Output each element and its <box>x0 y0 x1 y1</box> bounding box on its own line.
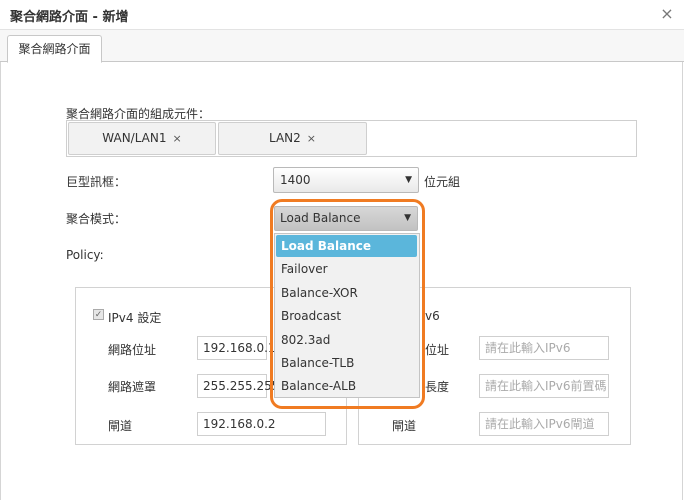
ipv4-address-input[interactable]: 192.168.0.1 <box>197 336 276 360</box>
tab-strip <box>0 30 684 62</box>
jumbo-frame-value: 1400 <box>280 173 311 187</box>
close-icon[interactable]: × <box>658 5 676 23</box>
member-chip-wan-lan1[interactable]: WAN/LAN1 × <box>68 122 216 155</box>
ipv4-settings-legend: IPv4 設定 <box>108 311 162 325</box>
policy-label: Policy: <box>66 248 104 262</box>
ipv4-gateway-input[interactable]: 192.168.0.2 <box>197 412 326 436</box>
jumbo-frame-label: 巨型訊框： <box>66 175 127 189</box>
ipv4-mask-input[interactable]: 255.255.255 <box>197 374 279 398</box>
annotation-highlight-outline <box>270 199 425 409</box>
ipv6-prefix-input[interactable]: 請在此輸入IPv6前置碼 <box>479 374 609 398</box>
ipv6-settings-legend: v6 <box>425 309 440 323</box>
jumbo-frame-unit: 位元組 <box>424 175 461 189</box>
ipv4-address-label: 網路位址 <box>108 343 157 357</box>
ipv6-address-label: 位址 <box>425 343 450 357</box>
checkmark-icon[interactable]: ✓ <box>93 309 104 320</box>
ipv4-gateway-label: 閘道 <box>108 419 133 433</box>
dialog-title: 聚合網路介面 - 新增 <box>10 10 129 25</box>
ipv6-gateway-input[interactable]: 請在此輸入IPv6閘道 <box>479 412 609 436</box>
ipv6-address-input[interactable]: 請在此輸入IPv6 <box>479 336 609 360</box>
ipv6-gateway-label: 閘道 <box>392 419 417 433</box>
bonding-mode-label: 聚合模式： <box>66 212 127 226</box>
member-chip-label: WAN/LAN1 <box>102 131 167 145</box>
jumbo-frame-select[interactable]: 1400 ▼ <box>273 167 419 193</box>
ipv6-prefix-label: 長度 <box>425 380 450 394</box>
remove-icon[interactable]: × <box>173 132 182 145</box>
tab-bonding-interface[interactable]: 聚合網路介面 <box>7 35 102 63</box>
chevron-down-icon: ▼ <box>405 175 412 185</box>
member-chip-lan2[interactable]: LAN2 × <box>218 122 367 155</box>
member-chip-label: LAN2 <box>269 131 301 145</box>
ipv4-mask-label: 網路遮罩 <box>108 380 157 394</box>
remove-icon[interactable]: × <box>307 132 316 145</box>
